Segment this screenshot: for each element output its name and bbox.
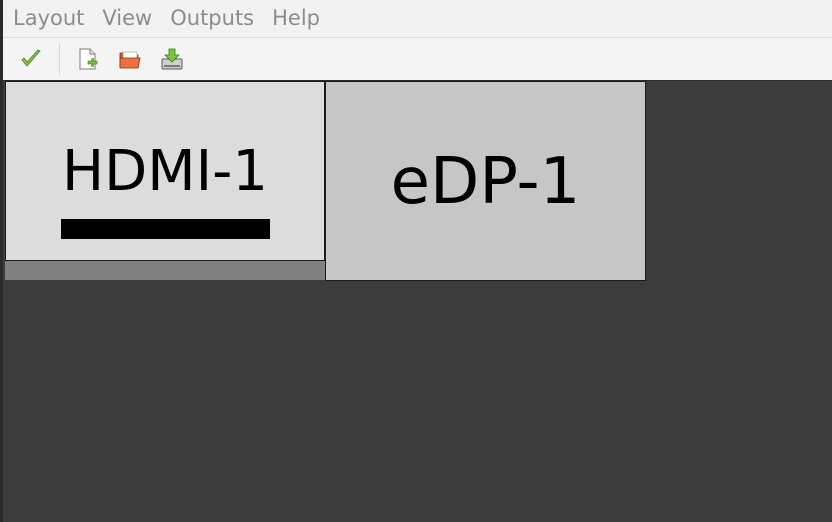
save-layout-icon bbox=[160, 47, 184, 71]
output-name-label: HDMI-1 bbox=[62, 139, 268, 204]
apply-button[interactable] bbox=[19, 47, 43, 71]
output-edp-1[interactable]: eDP-1 bbox=[325, 81, 646, 281]
apply-check-icon bbox=[19, 47, 43, 71]
open-layout-icon bbox=[118, 47, 142, 71]
toolbar-separator bbox=[59, 43, 60, 75]
layout-canvas[interactable]: HDMI-1 eDP-1 bbox=[3, 81, 832, 522]
menu-layout[interactable]: Layout bbox=[3, 0, 92, 37]
hdmi-output-shadow bbox=[5, 261, 325, 280]
save-layout-button[interactable] bbox=[160, 47, 184, 71]
menu-view[interactable]: View bbox=[92, 0, 160, 37]
menu-help[interactable]: Help bbox=[262, 0, 328, 37]
menubar: Layout View Outputs Help bbox=[3, 0, 832, 38]
new-layout-icon bbox=[76, 47, 100, 71]
app-window: Layout View Outputs Help HDMI-1 eDP-1 bbox=[0, 0, 832, 522]
open-layout-button[interactable] bbox=[118, 47, 142, 71]
menu-outputs[interactable]: Outputs bbox=[160, 0, 262, 37]
toolbar bbox=[3, 38, 832, 81]
output-hdmi-1[interactable]: HDMI-1 bbox=[5, 81, 325, 261]
new-layout-button[interactable] bbox=[76, 47, 100, 71]
output-name-label: eDP-1 bbox=[390, 145, 581, 219]
primary-indicator bbox=[61, 219, 270, 239]
